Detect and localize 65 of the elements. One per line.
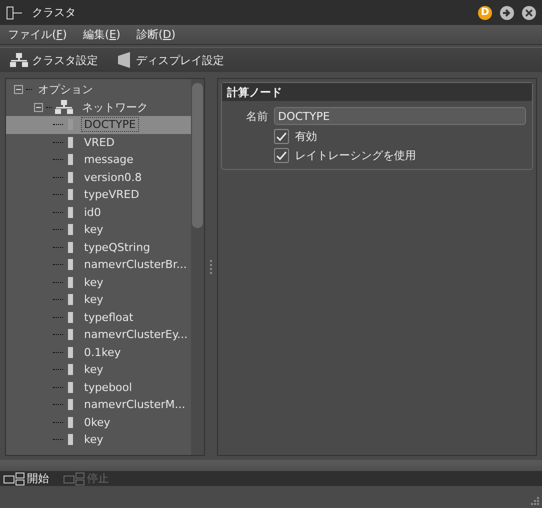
close-icon[interactable]	[522, 6, 536, 20]
file-icon	[68, 242, 73, 253]
tree-item[interactable]: 0.1key	[6, 344, 191, 361]
menu-item[interactable]: 診断(D)	[136, 27, 176, 42]
computer-icon	[63, 472, 85, 486]
file-icon	[68, 346, 73, 358]
file-icon	[68, 416, 73, 428]
file-icon	[68, 329, 73, 340]
tree-item[interactable]: ネットワーク	[79, 98, 151, 116]
tree-item[interactable]: VRED	[6, 134, 191, 151]
collapse-icon[interactable]	[34, 102, 43, 112]
display-icon	[118, 52, 132, 68]
tree-item[interactable]: オプション	[35, 81, 96, 98]
app-icon	[6, 6, 24, 20]
tree-item[interactable]: namevrClusterEy...	[6, 326, 191, 344]
network-icon	[10, 53, 28, 67]
file-icon	[68, 189, 73, 200]
tree-item[interactable]: key	[6, 431, 191, 448]
tree-item[interactable]: message	[6, 151, 191, 168]
file-icon	[68, 382, 73, 393]
scrollbar[interactable]	[191, 79, 204, 455]
tree-item[interactable]: key	[6, 361, 191, 378]
file-icon	[68, 206, 73, 218]
file-icon	[68, 224, 73, 236]
file-icon	[68, 434, 73, 446]
menu-item[interactable]: ファイル(F)	[8, 27, 67, 42]
file-icon	[68, 294, 73, 306]
file-icon	[68, 364, 73, 376]
collapse-icon[interactable]	[14, 85, 23, 94]
tree-item[interactable]: key	[6, 291, 191, 308]
toolbar-button[interactable]: 開始	[3, 471, 49, 486]
tree-item[interactable]: version0.8	[6, 168, 191, 186]
checkbox[interactable]	[274, 129, 289, 144]
tree-item[interactable]: namevrClusterBr...	[6, 256, 191, 274]
resize-grip-icon[interactable]	[531, 497, 540, 506]
window-title: クラスタ	[32, 5, 77, 20]
tree-item[interactable]: typebool	[6, 378, 191, 396]
tree-item[interactable]: typeQString	[6, 238, 191, 256]
checkbox-label: レイトレーシングを使用	[295, 148, 416, 163]
group-title: 計算ノード	[227, 84, 282, 100]
menu-item[interactable]: 編集(E)	[82, 27, 120, 42]
tree-item[interactable]: namevrClusterM...	[6, 396, 191, 414]
toolbar-button[interactable]: ディスプレイ設定	[118, 52, 224, 68]
name-field[interactable]: DOCTYPE	[274, 107, 526, 125]
file-icon	[68, 172, 73, 183]
file-icon	[68, 312, 73, 323]
file-icon	[68, 259, 73, 270]
file-icon	[68, 136, 73, 148]
tree-item[interactable]: typefloat	[6, 308, 191, 326]
file-icon	[68, 399, 73, 410]
file-icon	[68, 276, 73, 288]
toolbar-button[interactable]: クラスタ設定	[10, 52, 98, 68]
field-label: 名前	[245, 108, 268, 124]
network-icon	[55, 100, 73, 114]
computer-icon	[3, 472, 25, 486]
tree-item[interactable]: key	[6, 274, 191, 291]
splitter-handle[interactable]	[210, 260, 212, 274]
tree-item[interactable]: DOCTYPE	[6, 116, 191, 134]
file-icon	[68, 154, 73, 166]
tree-item[interactable]: 0key	[6, 414, 191, 431]
checkbox-label: 有効	[295, 129, 317, 144]
tree-item[interactable]: key	[6, 221, 191, 238]
tree-item[interactable]: typeVRED	[6, 186, 191, 204]
tree-item[interactable]: id0	[6, 204, 191, 221]
checkbox[interactable]	[274, 148, 289, 163]
